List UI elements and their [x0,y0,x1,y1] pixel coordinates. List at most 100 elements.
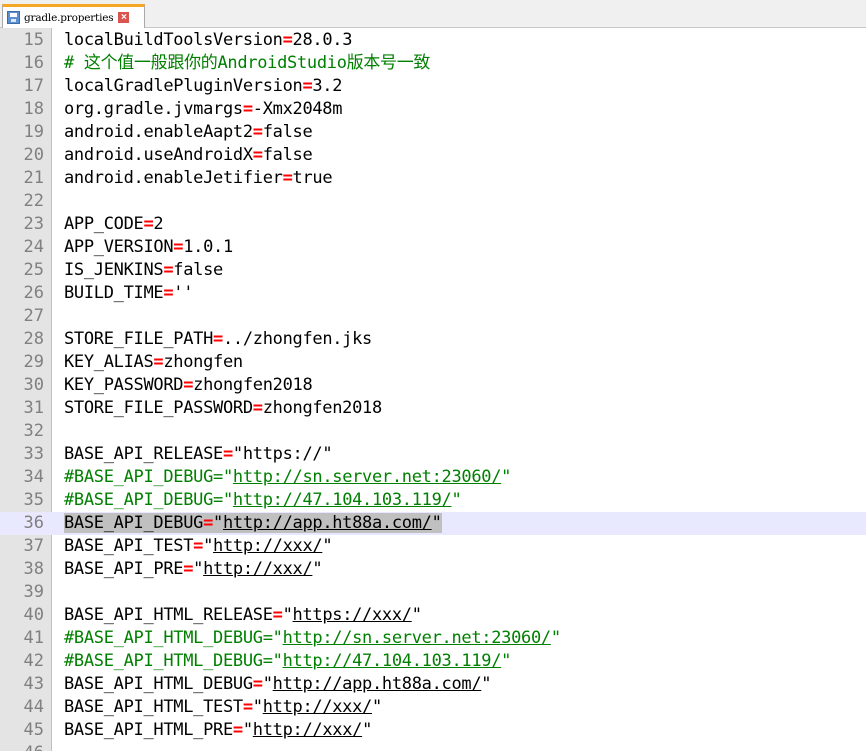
line-content[interactable]: #BASE_API_DEBUG="http://47.104.103.119/" [64,489,462,512]
assign-operator: = [252,122,263,142]
url-link[interactable]: http://xxx/ [213,536,323,556]
code-line[interactable]: 19 android.enableAapt2=false [0,121,866,144]
code-line[interactable]: 21 android.enableJetifier=true [0,167,866,190]
line-content[interactable]: APP_VERSION=1.0.1 [64,236,233,259]
comment-quote: " [451,490,462,510]
code-line[interactable]: 40 BASE_API_HTML_RELEASE="https://xxx/" [0,604,866,627]
code-line[interactable]: 23 APP_CODE=2 [0,213,866,236]
code-line[interactable]: 27 [0,305,866,328]
line-content[interactable]: KEY_ALIAS=zhongfen [64,351,243,374]
current-line[interactable]: 36 BASE_API_DEBUG="http://app.ht88a.com/" [0,512,866,535]
line-content[interactable]: STORE_FILE_PASSWORD=zhongfen2018 [64,397,382,420]
line-content[interactable]: BASE_API_RELEASE="https://" [64,443,333,466]
code-line[interactable]: 28 STORE_FILE_PATH=../zhongfen.jks [0,328,866,351]
line-content[interactable]: #BASE_API_HTML_DEBUG="http://sn.server.n… [64,627,561,650]
property-key: BASE_API_RELEASE [64,444,223,464]
line-content[interactable]: STORE_FILE_PATH=../zhongfen.jks [64,328,372,351]
line-content[interactable]: android.enableJetifier=true [64,167,333,190]
code-line[interactable]: 38 BASE_API_PRE="http://xxx/" [0,558,866,581]
line-content[interactable]: BUILD_TIME='' [64,282,193,305]
line-content[interactable]: BASE_API_TEST="http://xxx/" [64,535,333,558]
code-line[interactable]: 32 [0,420,866,443]
code-line[interactable]: 16 # 这个值一般跟你的AndroidStudio版本号一致 [0,52,866,75]
property-value: ../zhongfen.jks [222,329,372,349]
line-content[interactable]: BASE_API_PRE="http://xxx/" [64,558,323,581]
line-content[interactable]: BASE_API_HTML_RELEASE="https://xxx/" [64,604,422,627]
code-line[interactable]: 31 STORE_FILE_PASSWORD=zhongfen2018 [0,397,866,420]
line-number: 18 [23,99,44,119]
line-content[interactable]: # 这个值一般跟你的AndroidStudio版本号一致 [64,52,430,75]
line-number: 44 [23,697,44,717]
url-link[interactable]: http://xxx/ [253,720,363,740]
line-content[interactable]: KEY_PASSWORD=zhongfen2018 [64,374,313,397]
line-content[interactable]: APP_CODE=2 [64,213,164,236]
line-content[interactable]: android.enableAapt2=false [64,121,313,144]
line-content[interactable]: IS_JENKINS=false [64,259,223,282]
comment-text: # 这个值一般跟你的AndroidStudio版本号一致 [64,53,431,73]
assign-operator: = [282,30,293,50]
text-selection: BASE_API_DEBUG="http://app.ht88a.com/" [64,513,442,533]
line-number: 15 [23,30,44,50]
line-content[interactable]: android.useAndroidX=false [64,144,313,167]
file-tab[interactable]: gradle.properties × [2,4,145,28]
line-content[interactable]: org.gradle.jvmargs=-Xmx2048m [64,98,342,121]
line-number: 22 [23,191,44,211]
url-link[interactable]: http://sn.server.net:23060/ [283,628,552,648]
line-number: 32 [23,421,44,441]
line-content[interactable]: localBuildToolsVersion=28.0.3 [64,29,352,52]
close-icon[interactable]: × [118,12,130,23]
code-line[interactable]: 43 BASE_API_HTML_DEBUG="http://app.ht88a.… [0,673,866,696]
assign-operator: = [213,329,223,349]
url-link[interactable]: http://xxx/ [203,559,313,579]
quote-close: " [362,720,373,740]
code-line[interactable]: 45 BASE_API_HTML_PRE="http://xxx/" [0,719,866,742]
line-number: 21 [23,168,44,188]
code-line[interactable]: 41 #BASE_API_HTML_DEBUG="http://sn.server… [0,627,866,650]
code-line[interactable]: 15 localBuildToolsVersion=28.0.3 [0,29,866,52]
line-content[interactable]: BASE_API_HTML_TEST="http://xxx/" [64,696,382,719]
line-content[interactable]: #BASE_API_DEBUG="http://sn.server.net:23… [64,466,511,489]
code-line[interactable]: 34 #BASE_API_DEBUG="http://sn.server.net:… [0,466,866,489]
code-line[interactable]: 46 [0,742,866,751]
code-line[interactable]: 37 BASE_API_TEST="http://xxx/" [0,535,866,558]
code-line[interactable]: 30 KEY_PASSWORD=zhongfen2018 [0,374,866,397]
line-number: 38 [23,559,44,579]
line-content[interactable]: #BASE_API_HTML_DEBUG="http://47.104.103.… [64,650,511,673]
assign-operator: = [153,352,164,372]
code-line[interactable]: 44 BASE_API_HTML_TEST="http://xxx/" [0,696,866,719]
quote-close: " [411,605,422,625]
property-value: -Xmx2048m [252,99,343,119]
line-content[interactable]: localGradlePluginVersion=3.2 [64,75,342,98]
code-line[interactable]: 22 [0,190,866,213]
line-content[interactable]: BASE_API_DEBUG="http://app.ht88a.com/" [64,512,442,535]
url-link[interactable]: http://47.104.103.119/ [233,490,452,510]
property-key: org.gradle.jvmargs [64,99,243,119]
code-line[interactable]: 33 BASE_API_RELEASE="https://" [0,443,866,466]
line-content[interactable]: BASE_API_HTML_PRE="http://xxx/" [64,719,372,742]
assign-operator: = [272,605,283,625]
url-link[interactable]: http://app.ht88a.com/ [223,513,432,533]
code-line[interactable]: 35 #BASE_API_DEBUG="http://47.104.103.119… [0,489,866,512]
code-line[interactable]: 25 IS_JENKINS=false [0,259,866,282]
code-line[interactable]: 24 APP_VERSION=1.0.1 [0,236,866,259]
property-value: 2 [153,214,164,234]
url-link[interactable]: http://sn.server.net:23060/ [233,467,502,487]
url-link[interactable]: https://xxx/ [293,605,413,625]
url-link[interactable]: http://app.ht88a.com/ [273,674,482,694]
code-line[interactable]: 20 android.useAndroidX=false [0,144,866,167]
code-editor[interactable]: 15 localBuildToolsVersion=28.0.3 16 # 这个值一般… [0,28,866,751]
url-link[interactable]: http://xxx/ [263,697,373,717]
code-line[interactable]: 18 org.gradle.jvmargs=-Xmx2048m [0,98,866,121]
code-line[interactable]: 39 [0,581,866,604]
line-number: 30 [23,375,44,395]
line-content[interactable]: BASE_API_HTML_DEBUG="http://app.ht88a.co… [64,673,492,696]
code-line[interactable]: 29 KEY_ALIAS=zhongfen [0,351,866,374]
property-key: BASE_API_PRE [64,559,184,579]
code-line[interactable]: 42 #BASE_API_HTML_DEBUG="http://47.104.10… [0,650,866,673]
line-number: 41 [23,628,44,648]
code-line[interactable]: 17 localGradlePluginVersion=3.2 [0,75,866,98]
code-line[interactable]: 26 BUILD_TIME='' [0,282,866,305]
assign-operator: = [232,720,243,740]
url-link[interactable]: http://47.104.103.119/ [283,651,502,671]
line-number: 28 [23,329,44,349]
